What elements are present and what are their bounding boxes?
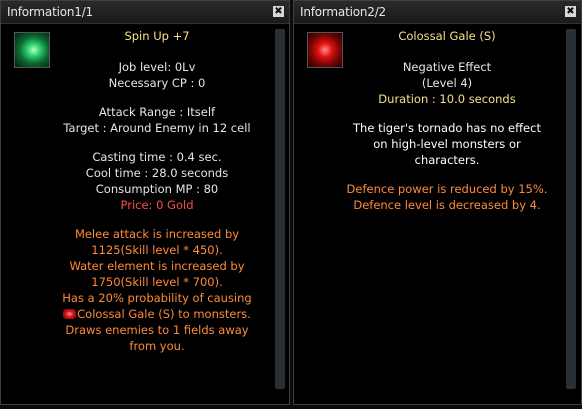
skill-name: Spin Up +7	[124, 29, 190, 43]
description-line: The tiger's tornado has no effect	[353, 121, 541, 135]
effect-line: 1125(Skill level * 450).	[91, 243, 223, 257]
panel-title: Information1/1	[7, 5, 93, 19]
close-icon[interactable]: ✖	[273, 6, 284, 17]
target: Target : Around Enemy in 12 cell	[63, 121, 251, 135]
effect-line-text: Colossal Gale (S) to monsters.	[77, 307, 251, 321]
effect-line: Melee attack is increased by	[74, 227, 240, 241]
effect-level: (Level 4)	[421, 76, 473, 90]
effect-type: Negative Effect	[402, 60, 492, 74]
effect-line: Water element is increased by	[69, 259, 245, 273]
cool-time: Cool time : 28.0 seconds	[85, 166, 229, 180]
close-icon[interactable]: ✖	[565, 6, 576, 17]
effect-line: Colossal Gale (S) to monsters.	[45, 306, 269, 322]
effect-line: Draws enemies to 1 fields away	[65, 323, 249, 337]
attack-range: Attack Range : Itself	[98, 105, 216, 119]
effect-line: Defence power is reduced by 15%.	[346, 182, 548, 196]
title-bar[interactable]: Information2/2 ✖	[294, 1, 581, 24]
effect-line: 1750(Skill level * 700).	[91, 275, 223, 289]
description-line: characters.	[414, 153, 480, 167]
panel-title: Information2/2	[300, 5, 386, 19]
casting-time: Casting time : 0.4 sec.	[92, 150, 222, 164]
effect-line: from you.	[129, 339, 185, 353]
information-panel-1: Information1/1 ✖ Spin Up +7 Job level: 0…	[0, 0, 290, 405]
consumption-mp: Consumption MP : 80	[95, 182, 219, 196]
job-level: Job level: 0Lv	[118, 60, 196, 74]
duration: Duration : 10.0 seconds	[378, 92, 516, 106]
scrollbar[interactable]	[566, 29, 576, 389]
information-panel-2: Information2/2 ✖ Colossal Gale (S) Negat…	[293, 0, 582, 405]
price: Price: 0 Gold	[120, 198, 194, 212]
skill-details: Spin Up +7 Job level: 0Lv Necessary CP :…	[45, 28, 269, 354]
effect-line: Defence level is decreased by 4.	[353, 198, 541, 212]
effect-details: Colossal Gale (S) Negative Effect (Level…	[334, 28, 560, 213]
description-line: on high-level monsters or	[373, 137, 521, 151]
necessary-cp: Necessary CP : 0	[108, 76, 206, 90]
scrollbar[interactable]	[275, 29, 285, 389]
skill-name: Colossal Gale (S)	[398, 29, 496, 43]
colossal-gale-mini-icon	[63, 309, 77, 319]
title-bar[interactable]: Information1/1 ✖	[1, 1, 289, 24]
effect-line: Has a 20% probability of causing	[62, 291, 252, 305]
